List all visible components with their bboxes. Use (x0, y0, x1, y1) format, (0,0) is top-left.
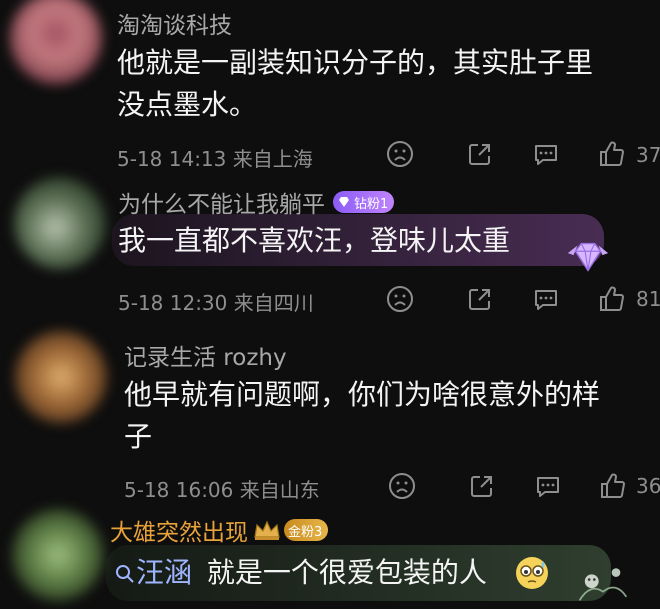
username[interactable]: 记录生活 rozhy (124, 338, 287, 372)
comment-text: 他就是一副装知识分子的，其实肚子里 没点墨水。 (117, 42, 593, 126)
username-text[interactable]: 淘淘谈科技 (117, 6, 232, 40)
comment-location: 来自四川 (233, 291, 314, 315)
comment-meta: 5-18 14:13 来自上海 (117, 143, 313, 172)
username-text[interactable]: 大雄突然出现 (110, 513, 248, 547)
frown-icon[interactable] (385, 139, 415, 169)
comment-location: 来自上海 (232, 147, 313, 171)
diamond-fan-icon (567, 242, 609, 272)
thumbs-up-icon[interactable] (597, 139, 627, 169)
comment-text-line: 他早就有问题啊，你们为啥很意外的样 (124, 378, 601, 411)
comment-3: 记录生活 rozhy 他早就有问题啊，你们为啥很意外的样 子 5-18 16:0… (0, 331, 660, 503)
thumbs-up-icon[interactable] (598, 471, 628, 501)
comment-text-line: 子 (124, 420, 153, 453)
diamond-icon (339, 197, 349, 207)
comment-text-line: 他就是一副装知识分子的，其实肚子里 (117, 46, 594, 79)
topic-link[interactable]: 汪涵 (114, 556, 201, 589)
comment-text: 汪涵 就是一个很爱包装的人 (114, 552, 487, 594)
comment-text: 他早就有问题啊，你们为啥很意外的样 子 (124, 374, 600, 458)
comment-location: 来自山东 (239, 478, 320, 502)
reply-icon[interactable] (531, 139, 561, 169)
thumbs-up-icon[interactable] (597, 284, 627, 314)
comment-meta: 5-18 16:06 来自山东 (124, 474, 320, 503)
reply-icon[interactable] (531, 284, 561, 314)
frown-icon[interactable] (387, 471, 417, 501)
topic-link-text[interactable]: 汪涵 (136, 556, 192, 589)
username-text[interactable]: 记录生活 rozhy (124, 338, 287, 372)
comment-text-line: 就是一个很爱包装的人 (206, 556, 487, 589)
search-icon (116, 565, 134, 583)
avatar[interactable] (10, 0, 102, 84)
crown-icon (254, 520, 280, 540)
like-count: 37 (636, 143, 660, 167)
fan-badge: 钻粉1 (333, 191, 395, 213)
comment-4: 大雄突然出现 金粉3 汪涵 就是一个很爱包装的人 (0, 503, 660, 606)
comment-meta: 5-18 12:30 来自四川 (118, 287, 314, 316)
reply-icon[interactable] (533, 471, 563, 501)
share-icon[interactable] (467, 471, 497, 501)
sweat-emoji-icon (516, 557, 548, 589)
avatar[interactable] (15, 331, 107, 423)
fan-badge-label: 钻粉1 (354, 196, 389, 212)
username[interactable]: 淘淘谈科技 (117, 6, 232, 40)
comment-text-line: 没点墨水。 (117, 88, 258, 121)
like-count: 36 (636, 474, 660, 498)
decorative-sticker-icon (578, 568, 628, 601)
comment-date: 5-18 14:13 (117, 147, 227, 171)
avatar[interactable] (12, 509, 104, 601)
comment-text: 我一直都不喜欢汪，登味儿太重 (118, 220, 510, 262)
fan-badge: 金粉3 (284, 519, 329, 541)
share-icon[interactable] (465, 139, 495, 169)
comment-2: 为什么不能让我躺平 钻粉1 我一直都不喜欢汪，登味儿太重 5-18 12:30 … (0, 175, 660, 333)
share-icon[interactable] (465, 284, 495, 314)
username[interactable]: 大雄突然出现 金粉3 (110, 513, 329, 547)
like-count: 81 (636, 287, 660, 311)
comment-date: 5-18 12:30 (118, 291, 228, 315)
comment-1: 淘淘谈科技 他就是一副装知识分子的，其实肚子里 没点墨水。 5-18 14:13… (0, 0, 660, 175)
avatar[interactable] (14, 177, 106, 269)
comment-text-line: 我一直都不喜欢汪，登味儿太重 (118, 224, 511, 257)
fan-badge-label: 金粉3 (288, 524, 323, 540)
comment-date: 5-18 16:06 (124, 478, 234, 502)
frown-icon[interactable] (385, 284, 415, 314)
